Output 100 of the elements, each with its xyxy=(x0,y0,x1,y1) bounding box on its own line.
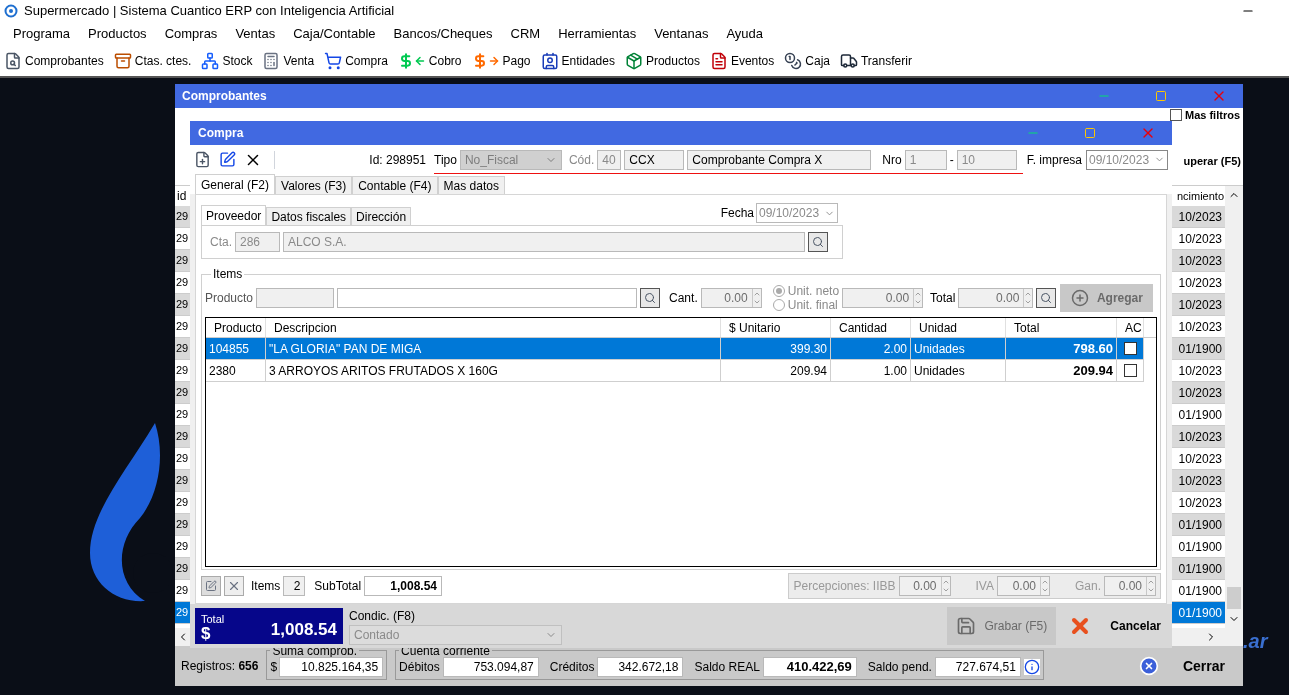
toolbar-button[interactable]: Stock xyxy=(201,52,253,70)
lookup-button[interactable] xyxy=(640,288,661,308)
date-picker[interactable]: 09/10/2023 xyxy=(756,203,838,223)
radio-option[interactable]: Unit. final xyxy=(772,298,840,312)
checkbox[interactable] xyxy=(1123,364,1137,377)
number-spinner[interactable]: 0.00 xyxy=(958,288,1034,308)
checkbox[interactable] xyxy=(1123,342,1137,355)
lookup-button[interactable] xyxy=(1036,288,1057,308)
number-spinner[interactable]: 0.00 xyxy=(842,288,924,308)
radio-option[interactable]: Unit. neto xyxy=(772,284,840,298)
pending-label: Saldo pend. xyxy=(867,658,932,676)
text-field[interactable]: 342.672,18 xyxy=(597,656,684,677)
coins-icon xyxy=(784,52,803,70)
text-field[interactable] xyxy=(256,288,335,308)
currency-symbol: $ xyxy=(270,658,278,676)
tab[interactable]: Dirección xyxy=(351,207,412,225)
close-button[interactable]: Cerrar xyxy=(1138,655,1237,677)
quantity-label: Cant. xyxy=(669,290,698,307)
toolbar-button[interactable]: Compra xyxy=(324,52,388,70)
document-search-icon xyxy=(4,52,22,70)
column-header: ncimiento xyxy=(1175,188,1225,204)
debits-label: Débitos xyxy=(399,658,440,676)
table-cell: 10/2023 xyxy=(1171,382,1225,404)
spin-arrows-icon xyxy=(913,289,923,307)
menu-item[interactable]: Herramientas xyxy=(549,24,646,44)
menu-item[interactable]: Ayuda xyxy=(717,24,773,44)
recover-button[interactable]: uperar (F5) xyxy=(1183,153,1241,170)
archive-box-icon xyxy=(113,52,132,70)
spin-arrows-icon xyxy=(1146,577,1155,595)
menu-item[interactable]: Compras xyxy=(155,24,227,44)
edit-icon[interactable] xyxy=(219,151,236,168)
number-separator: - xyxy=(949,152,954,169)
table-cell: 01/1900 xyxy=(1171,338,1225,360)
text-field[interactable]: 753.094,87 xyxy=(442,656,539,677)
search-icon xyxy=(1040,292,1053,304)
tab[interactable]: Datos fiscales xyxy=(266,207,352,225)
number-spinner[interactable]: 0.00 xyxy=(1104,576,1156,596)
date-picker[interactable]: 09/10/2023 xyxy=(1086,149,1168,170)
lookup-button[interactable] xyxy=(808,232,828,252)
edit-icon[interactable] xyxy=(201,576,221,596)
text-field[interactable]: CCX xyxy=(624,150,685,170)
menu-item[interactable]: Caja/Contable xyxy=(284,24,385,44)
window-title: Compra xyxy=(198,125,244,142)
package-icon xyxy=(624,52,643,70)
code-label: Cód. xyxy=(568,152,595,169)
column-header: Total xyxy=(1006,318,1117,337)
tab[interactable]: Contable (F4) xyxy=(352,176,438,194)
menu-item[interactable]: Bancos/Cheques xyxy=(384,24,502,44)
scroll-thumb[interactable] xyxy=(1227,587,1241,609)
items-label: Items xyxy=(251,578,281,595)
menu-item[interactable]: Ventas xyxy=(226,24,285,44)
app-title: Supermercado | Sistema Cuantico ERP con Inteligencia Artificial xyxy=(24,2,395,21)
text-field[interactable]: Comprobante Compra X xyxy=(687,150,872,170)
currency-symbol: $ xyxy=(201,625,212,642)
maximize-icon[interactable] xyxy=(1155,90,1167,102)
toolbar-button[interactable]: Eventos xyxy=(709,52,775,70)
cancel-button[interactable]: Cancelar xyxy=(1062,607,1167,645)
menu-item[interactable]: Ventanas xyxy=(645,24,718,44)
toolbar-button[interactable]: Comprobantes xyxy=(4,52,104,70)
toolbar-button[interactable]: Cobro xyxy=(397,52,462,70)
tab[interactable]: General (F2) xyxy=(195,174,276,194)
toolbar-button[interactable]: Entidades xyxy=(540,52,615,70)
column-header: $ Unitario xyxy=(721,318,831,337)
network-icon xyxy=(201,52,220,70)
toolbar-button[interactable]: Ctas. ctes. xyxy=(113,52,192,70)
text-field[interactable]: 1,008.54 xyxy=(364,576,443,596)
text-field[interactable]: 727.674,51 xyxy=(934,656,1021,677)
number-spinner[interactable]: 0.00 xyxy=(700,288,762,308)
print-date-label: F. impresa xyxy=(1026,151,1082,169)
filters-checkbox[interactable]: Mas filtros xyxy=(1170,109,1240,121)
info-icon[interactable] xyxy=(1023,658,1040,675)
toolbar-button[interactable]: Productos xyxy=(624,52,700,70)
text-field[interactable]: 2 xyxy=(283,576,306,596)
maximize-icon[interactable] xyxy=(1084,127,1096,139)
text-field[interactable] xyxy=(337,288,638,308)
menu-item[interactable]: CRM xyxy=(501,24,550,44)
close-icon xyxy=(1138,656,1159,676)
column-header: Producto xyxy=(206,318,266,337)
toolbar-button[interactable]: Caja xyxy=(784,52,830,70)
app-logo-icon xyxy=(4,4,18,18)
toolbar-button[interactable]: Venta xyxy=(262,52,315,70)
table-cell: 399.30 xyxy=(721,338,831,360)
new-document-icon[interactable] xyxy=(194,151,211,168)
table-cell: 104855 xyxy=(206,338,266,360)
table-cell: 2.00 xyxy=(831,338,911,360)
group-title: Items xyxy=(212,266,244,283)
text-field[interactable]: 410.422,69 xyxy=(762,656,857,677)
menu-item[interactable]: Productos xyxy=(79,24,156,44)
toolbar-button[interactable]: Transferir xyxy=(840,52,912,70)
number-spinner[interactable]: 0.00 xyxy=(898,576,951,596)
menu-item[interactable]: Programa xyxy=(4,24,80,44)
number-label: Nro xyxy=(882,152,902,169)
toolbar-button[interactable]: Pago xyxy=(471,52,531,70)
text-field[interactable]: 10.825.164,35 xyxy=(279,656,384,677)
number-spinner[interactable]: 0.00 xyxy=(997,576,1050,596)
records-label: Registros: 656 xyxy=(181,658,259,675)
tab[interactable]: Proveedor xyxy=(201,205,267,225)
table-cell: 01/1900 xyxy=(1171,602,1225,624)
tab[interactable]: Mas datos xyxy=(437,176,505,194)
tab[interactable]: Valores (F3) xyxy=(275,176,353,194)
